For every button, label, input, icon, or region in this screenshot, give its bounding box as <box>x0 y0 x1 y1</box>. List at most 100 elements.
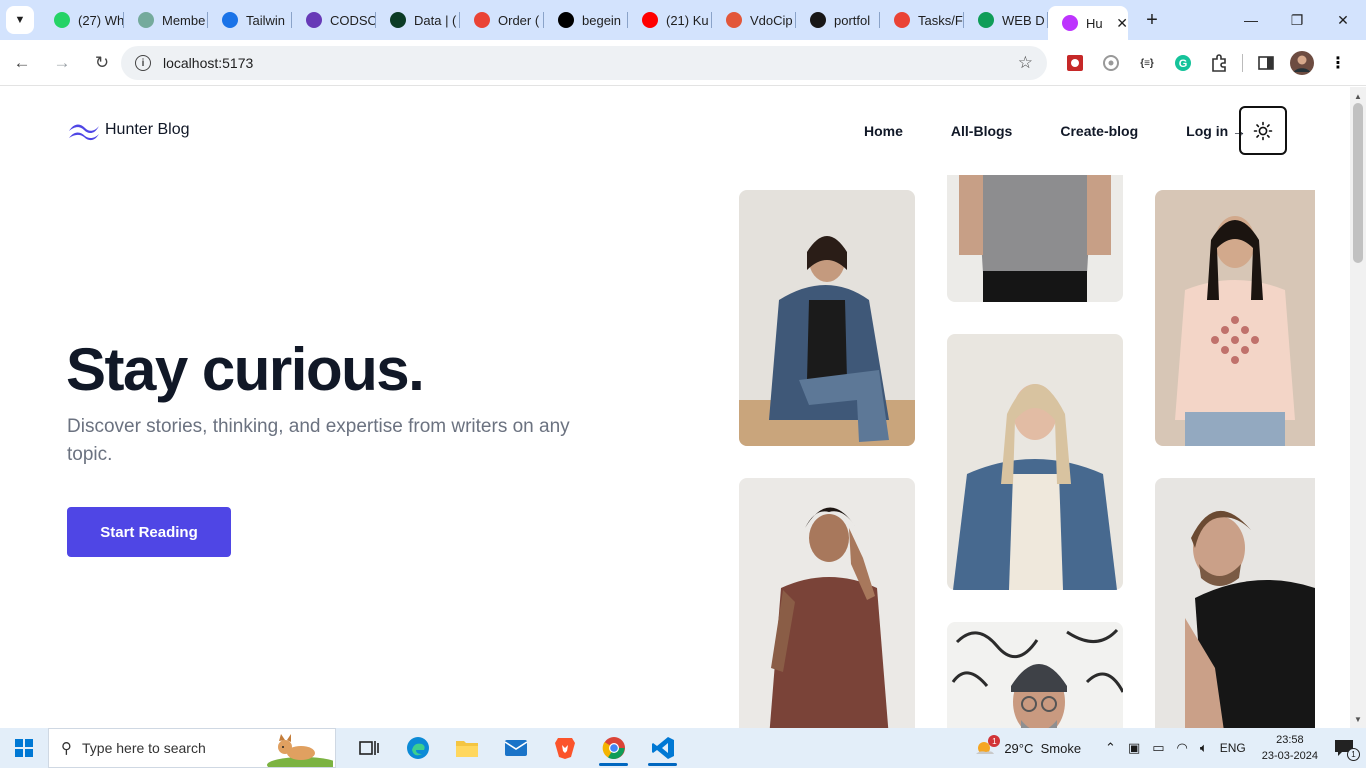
arrow-right-icon: → <box>53 52 71 72</box>
gmail-icon <box>894 12 910 28</box>
weather-badge: 1 <box>988 735 1001 747</box>
page-scrollbar[interactable]: ▲ ▼ <box>1350 87 1366 728</box>
file-explorer-icon[interactable] <box>442 728 491 768</box>
tab-title: Order ( <box>498 12 540 28</box>
taskbar-search-box[interactable]: ⚲ Type here to search <box>48 728 336 768</box>
task-view-icon[interactable] <box>344 728 393 768</box>
wifi-icon[interactable]: ◠ <box>1177 740 1188 756</box>
browser-tab[interactable]: WEB D <box>964 0 1048 40</box>
site-logo[interactable]: Hunter Blog <box>67 118 190 142</box>
show-hidden-icons-chevron-icon[interactable]: ⌃ <box>1105 740 1116 756</box>
scrollbar-thumb[interactable] <box>1353 103 1363 263</box>
tab-list: (27) Wh Membe Tailwin CODSO Data | ( Order (b… <box>40 0 1128 40</box>
profile-avatar[interactable] <box>1287 48 1317 78</box>
tab-title: CODSO <box>330 12 376 28</box>
scroll-up-icon[interactable]: ▲ <box>1350 89 1366 103</box>
start-reading-button[interactable]: Start Reading <box>67 507 231 557</box>
nav-link-login[interactable]: Log in → <box>1186 123 1246 139</box>
tab-search-button[interactable]: ▼ <box>6 6 34 34</box>
tab-title: portfol <box>834 12 871 28</box>
browser-tab[interactable]: Membe <box>124 0 208 40</box>
photo-blonde-woman-denim <box>947 334 1123 590</box>
scroll-down-icon[interactable]: ▼ <box>1350 712 1366 726</box>
weather-widget[interactable]: 1 29°C Smoke <box>974 735 1082 758</box>
side-panel-icon[interactable] <box>1251 48 1281 78</box>
forms-icon <box>306 12 322 28</box>
close-tab-icon[interactable]: ✕ <box>1116 15 1128 32</box>
brave-browser-icon[interactable] <box>540 728 589 768</box>
sun-icon <box>1253 121 1273 140</box>
browser-tab[interactable]: Data | ( <box>376 0 460 40</box>
clock-time: 23:58 <box>1276 734 1304 746</box>
theme-toggle-button[interactable] <box>1239 106 1287 155</box>
photo-woman-denim-jacket <box>739 190 915 446</box>
browser-tab[interactable]: (27) Wh <box>40 0 124 40</box>
browser-tab[interactable]: CODSO <box>292 0 376 40</box>
taskbar-apps <box>344 728 687 768</box>
reload-icon: ↻ <box>94 52 110 72</box>
svg-text:G: G <box>1179 58 1188 70</box>
mongodb-icon <box>390 12 406 28</box>
browser-tab[interactable]: (21) Ku <box>628 0 712 40</box>
nav-link-home[interactable]: Home <box>864 123 903 139</box>
site-info-icon[interactable]: i <box>135 55 151 71</box>
vdocipher-icon <box>726 12 742 28</box>
vscode-icon[interactable] <box>638 728 687 768</box>
system-tray: 1 29°C Smoke ⌃ ▣ ▭ ◠ 🔈︎ ENG 23:58 23-03-… <box>968 728 1366 768</box>
vercel-icon <box>558 12 574 28</box>
reload-button[interactable]: ↻ <box>84 45 120 81</box>
extensions-puzzle-icon[interactable] <box>1204 48 1234 78</box>
tab-title: Membe <box>162 12 206 28</box>
vite-icon <box>1062 15 1078 31</box>
edge-browser-icon[interactable] <box>393 728 442 768</box>
chrome-browser-icon[interactable] <box>589 728 638 768</box>
search-highlight-dog-icon <box>267 734 333 767</box>
back-button[interactable]: ← <box>4 45 40 81</box>
new-tab-button[interactable]: + <box>1138 6 1166 34</box>
extension-red-icon[interactable] <box>1060 48 1090 78</box>
photo-man-gray-tshirt <box>947 175 1123 302</box>
tailwind-play-icon <box>222 12 238 28</box>
bookmark-star-icon[interactable]: ☆ <box>1018 53 1033 73</box>
browser-tab[interactable]: Hu ✕ <box>1048 6 1128 40</box>
json-viewer-icon[interactable]: {≡} <box>1132 48 1162 78</box>
notification-center-icon[interactable]: 1 <box>1334 739 1360 761</box>
whatsapp-icon <box>54 12 70 28</box>
weather-text: 29°C Smoke <box>1004 740 1082 756</box>
tray-meet-icon[interactable]: ▣ <box>1128 740 1140 756</box>
windows-logo-icon <box>15 739 33 757</box>
browser-tab[interactable]: Order ( <box>460 0 544 40</box>
brand-name: Hunter Blog <box>105 121 190 138</box>
minimize-icon[interactable]: — <box>1228 0 1274 40</box>
browser-tab[interactable]: portfol <box>796 0 880 40</box>
browser-menu-icon[interactable]: ⋮ <box>1323 48 1353 78</box>
forward-button[interactable]: → <box>44 45 80 81</box>
toolbar-divider <box>1242 54 1243 72</box>
youtube-icon <box>642 12 658 28</box>
arrow-left-icon: ← <box>13 52 31 72</box>
nav-link-create-blog[interactable]: Create-blog <box>1060 123 1138 139</box>
close-window-icon[interactable]: ✕ <box>1320 0 1366 40</box>
address-bar[interactable]: i localhost:5173 ☆ <box>121 46 1047 80</box>
battery-icon[interactable]: ▭ <box>1152 740 1164 756</box>
mail-icon[interactable] <box>491 728 540 768</box>
start-button[interactable] <box>0 728 48 768</box>
tab-title: Tasks/F <box>918 12 963 28</box>
restore-icon[interactable]: ❐ <box>1274 0 1320 40</box>
nav-link-all-blogs[interactable]: All-Blogs <box>951 123 1012 139</box>
extension-eye-icon[interactable] <box>1096 48 1126 78</box>
hero-subtitle: Discover stories, thinking, and expertis… <box>67 416 570 465</box>
url-text[interactable]: localhost:5173 <box>163 55 253 71</box>
browser-tab[interactable]: Tailwin <box>208 0 292 40</box>
tab-title: Data | ( <box>414 12 457 28</box>
taskbar-clock[interactable]: 23:58 23-03-2024 <box>1262 732 1318 764</box>
browser-tab[interactable]: VdoCip <box>712 0 796 40</box>
input-language[interactable]: ENG <box>1220 741 1246 755</box>
gmail-icon <box>474 12 490 28</box>
volume-icon[interactable]: 🔈︎ <box>1200 740 1208 756</box>
browser-tab[interactable]: Tasks/F <box>880 0 964 40</box>
taskbar-search-placeholder: Type here to search <box>82 740 206 756</box>
tab-title: WEB D <box>1002 12 1045 28</box>
grammarly-icon[interactable]: G <box>1168 48 1198 78</box>
browser-tab[interactable]: begein <box>544 0 628 40</box>
